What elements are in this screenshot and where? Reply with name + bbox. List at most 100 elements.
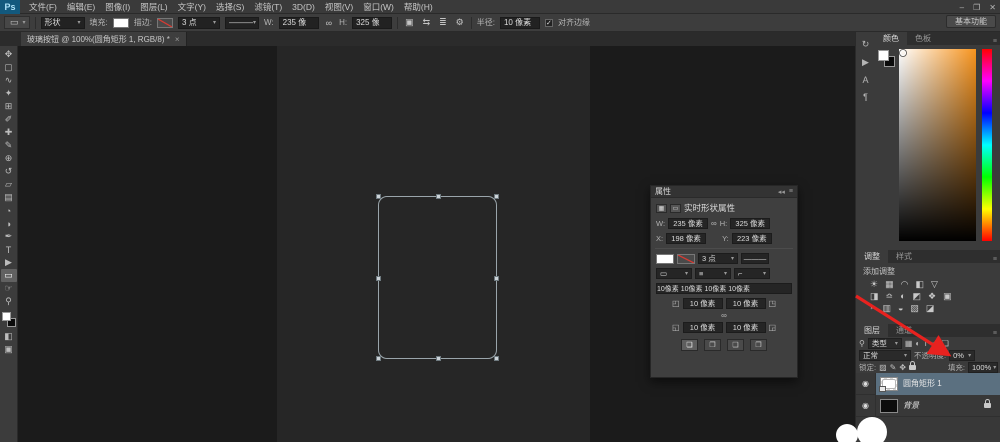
anchor-point[interactable]	[376, 194, 381, 199]
menu-edit[interactable]: 编辑(E)	[62, 0, 100, 14]
foreground-background-colors[interactable]	[878, 50, 896, 68]
adjustment-invert-icon[interactable]: ◓	[870, 303, 875, 314]
screen-mode-button[interactable]: ▣	[1, 343, 17, 356]
lock-paint-icon[interactable]: ✎	[890, 363, 897, 372]
adjustment-posterize-icon[interactable]: ▥	[882, 303, 891, 314]
tab-adjustments[interactable]: 调整	[856, 250, 888, 263]
hand-tool[interactable]: ☞	[1, 282, 17, 295]
radius-summary-field[interactable]: 10像素 10像素 10像素 10像素	[656, 283, 792, 294]
zoom-tool[interactable]: ⚲	[1, 295, 17, 308]
stroke-swatch[interactable]	[677, 254, 695, 264]
stroke-style-select[interactable]: ———	[741, 253, 769, 264]
type-tool[interactable]: T	[1, 243, 17, 256]
move-tool[interactable]: ✥	[1, 48, 17, 61]
adjustment-black-white-icon[interactable]: ◐	[900, 291, 905, 302]
rounded-rectangle-shape-path[interactable]	[378, 196, 497, 359]
adjustment-levels-icon[interactable]: ▦	[885, 279, 894, 290]
tool-mode-select[interactable]: 形状 ▾	[41, 17, 85, 29]
tab-color[interactable]: 颜色	[875, 32, 907, 45]
layer-name[interactable]: 背景	[903, 400, 919, 411]
minimize-button[interactable]: –	[960, 3, 964, 12]
menu-help[interactable]: 帮助(H)	[399, 0, 438, 14]
path-operations-icon[interactable]: ▣	[403, 17, 416, 28]
opacity-field[interactable]: 0% ▾	[949, 350, 975, 361]
path-selection-tool[interactable]: ▶	[1, 256, 17, 269]
x-field[interactable]: 198 像素	[666, 233, 706, 244]
eyedropper-tool[interactable]: ✐	[1, 113, 17, 126]
dodge-tool[interactable]: ◑	[1, 217, 17, 230]
properties-title-bar[interactable]: 属性 ◂◂ ≡	[651, 186, 797, 198]
filter-shape-layers-icon[interactable]: ▭	[931, 339, 939, 348]
visibility-toggle[interactable]: ◉	[856, 373, 876, 395]
adjustment-brightness-contrast-icon[interactable]: ☀	[870, 279, 878, 290]
pen-tool[interactable]: ✒	[1, 230, 17, 243]
anchor-point[interactable]	[494, 194, 499, 199]
fill-swatch[interactable]	[656, 254, 674, 264]
blur-tool[interactable]: ◔	[1, 204, 17, 217]
filter-adjustment-layers-icon[interactable]: ◐	[915, 339, 920, 348]
path-arrange-icon[interactable]: ≣	[437, 17, 449, 28]
tab-channels[interactable]: 通道	[888, 324, 920, 337]
color-marker[interactable]	[900, 50, 906, 56]
corner-top-right-field[interactable]: 10 像素	[726, 298, 766, 309]
foreground-color-swatch[interactable]	[878, 50, 889, 61]
width-field[interactable]: 235 像素	[668, 218, 708, 229]
lasso-tool[interactable]: ∿	[1, 74, 17, 87]
corner-top-left-field[interactable]: 10 像素	[683, 298, 723, 309]
link-radii-icon[interactable]: ∞	[721, 311, 727, 320]
anchor-point[interactable]	[436, 356, 441, 361]
adjustment-vibrance-icon[interactable]: ▽	[931, 279, 938, 290]
anchor-point[interactable]	[436, 194, 441, 199]
document-tab[interactable]: 玻璃按钮 @ 100%(圆角矩形 1, RGB/8) * ×	[21, 32, 187, 46]
stroke-width-field[interactable]: 3 点 ▾	[698, 253, 738, 264]
y-field[interactable]: 223 像素	[732, 233, 772, 244]
saturation-brightness-field[interactable]	[899, 49, 976, 241]
shape-properties-icon[interactable]: ▭	[670, 204, 681, 213]
anchor-point[interactable]	[376, 356, 381, 361]
menu-filter[interactable]: 滤镜(T)	[249, 0, 287, 14]
stroke-corners-select[interactable]: ⌐ ▾	[734, 268, 770, 279]
align-edges-checkbox[interactable]: ✓	[545, 19, 553, 27]
layer-filter-select[interactable]: 类型 ▾	[868, 338, 902, 349]
menu-type[interactable]: 文字(Y)	[173, 0, 211, 14]
menu-layer[interactable]: 图层(L)	[135, 0, 172, 14]
adjustment-selective-color-icon[interactable]: ◪	[926, 303, 935, 314]
mask-properties-icon[interactable]: ▦	[656, 204, 667, 213]
shape-width-field[interactable]: 235 像	[279, 17, 319, 29]
adjustment-threshold-icon[interactable]: ◒	[898, 303, 903, 314]
foreground-color-swatch[interactable]	[2, 312, 11, 321]
layer-thumbnail[interactable]	[880, 377, 898, 391]
filter-pixel-layers-icon[interactable]: ▦	[905, 339, 913, 348]
character-panel-icon[interactable]: A	[862, 75, 868, 85]
anchor-point[interactable]	[376, 276, 381, 281]
adjustment-color-lookup-icon[interactable]: ▣	[943, 291, 952, 302]
workspace-button[interactable]: 基本功能	[946, 15, 996, 28]
stroke-swatch[interactable]	[157, 18, 173, 28]
clone-stamp-tool[interactable]: ⊕	[1, 152, 17, 165]
healing-brush-tool[interactable]: ✚	[1, 126, 17, 139]
lock-all-icon[interactable]	[909, 365, 916, 370]
layer-row-rounded-rectangle[interactable]: ◉ 圆角矩形 1	[856, 373, 1000, 395]
layer-name[interactable]: 圆角矩形 1	[903, 378, 942, 389]
gradient-tool[interactable]: ▤	[1, 191, 17, 204]
panel-menu-icon[interactable]: ≡	[993, 38, 1000, 45]
quick-selection-tool[interactable]: ✦	[1, 87, 17, 100]
radius-field[interactable]: 10 像素	[500, 17, 540, 29]
tab-layers[interactable]: 图层	[856, 324, 888, 337]
filter-smart-objects-icon[interactable]: ❏	[942, 339, 949, 348]
tab-styles[interactable]: 样式	[888, 250, 920, 263]
adjustment-gradient-map-icon[interactable]: ▧	[910, 303, 919, 314]
height-field[interactable]: 325 像素	[730, 218, 770, 229]
actions-panel-icon[interactable]: ▶	[862, 57, 869, 68]
properties-action-button-2[interactable]: ❐	[704, 339, 721, 351]
menu-file[interactable]: 文件(F)	[24, 0, 62, 14]
close-tab-icon[interactable]: ×	[175, 35, 180, 44]
eraser-tool[interactable]: ▱	[1, 178, 17, 191]
tab-swatches[interactable]: 色板	[907, 32, 939, 45]
adjustment-channel-mixer-icon[interactable]: ❖	[928, 291, 936, 302]
filter-type-layers-icon[interactable]: T	[923, 339, 928, 348]
anchor-point[interactable]	[494, 356, 499, 361]
fill-field[interactable]: 100% ▾	[968, 362, 998, 373]
brush-tool[interactable]: ✎	[1, 139, 17, 152]
link-dimensions-icon[interactable]: ∞	[324, 18, 334, 28]
